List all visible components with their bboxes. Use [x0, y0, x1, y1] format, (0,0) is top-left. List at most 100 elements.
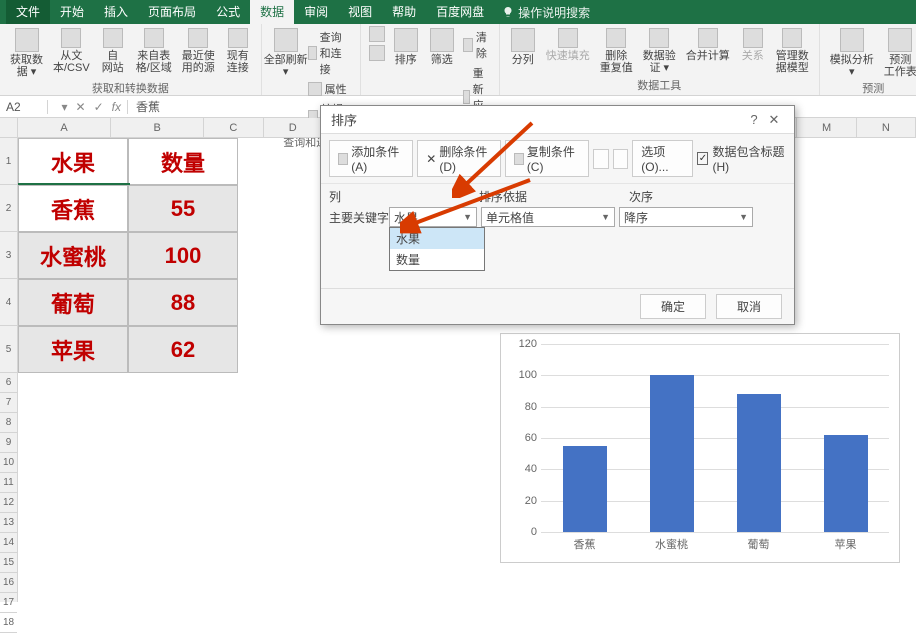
col-header[interactable]: A	[18, 118, 111, 137]
cell-header[interactable]: 数量	[128, 138, 238, 185]
flash-fill-button[interactable]: 快速填充	[542, 26, 594, 76]
tab-formula[interactable]: 公式	[206, 0, 250, 24]
dropdown-option[interactable]: 数量	[390, 249, 484, 270]
remove-dup-button[interactable]: 删除 重复值	[596, 26, 637, 76]
move-down-button[interactable]	[613, 149, 628, 169]
data-validation-button[interactable]: 数据验 证 ▾	[639, 26, 680, 76]
text-to-cols-button[interactable]: 分列	[506, 26, 540, 76]
whatif-button[interactable]: 模拟分析 ▾	[826, 26, 878, 80]
row-header[interactable]: 11	[0, 473, 17, 493]
row-header[interactable]: 12	[0, 493, 17, 513]
tab-cloud[interactable]: 百度网盘	[426, 0, 494, 24]
refresh-all-button[interactable]: 全部刷新 ▾	[268, 26, 304, 80]
ok-button[interactable]: 确定	[640, 294, 706, 319]
formula-value[interactable]: 香蕉	[128, 98, 168, 115]
queries-link[interactable]: 查询和连接	[306, 28, 354, 78]
options-button[interactable]: 选项(O)...	[632, 140, 693, 177]
row-header[interactable]: 17	[0, 593, 17, 613]
col-header[interactable]: D	[264, 118, 323, 137]
row-header[interactable]: 14	[0, 533, 17, 553]
row-header[interactable]: 16	[0, 573, 17, 593]
cell[interactable]: 苹果	[18, 326, 128, 373]
consolidate-button[interactable]: 合并计算	[682, 26, 734, 76]
row-header[interactable]: 5	[0, 326, 17, 373]
row-header[interactable]: 13	[0, 513, 17, 533]
cell[interactable]: 55	[128, 185, 238, 232]
tab-file[interactable]: 文件	[6, 0, 50, 24]
sort-button[interactable]: 排序	[389, 26, 423, 68]
dialog-toolbar: 添加条件(A) ✕删除条件(D) 复制条件(C) 选项(O)... ✓ 数据包含…	[321, 134, 794, 184]
properties-link[interactable]: 属性	[306, 80, 354, 98]
forecast-button[interactable]: 预测 工作表	[880, 26, 916, 80]
get-data-button[interactable]: 获取数 据 ▾	[6, 26, 47, 80]
chart-bar[interactable]	[563, 446, 607, 532]
row-header[interactable]: 9	[0, 433, 17, 453]
row-header[interactable]: 4	[0, 279, 17, 326]
copy-condition-button[interactable]: 复制条件(C)	[505, 140, 590, 177]
col-header[interactable]: C	[204, 118, 263, 137]
chart-bar[interactable]	[824, 435, 868, 532]
delete-condition-button[interactable]: ✕删除条件(D)	[417, 140, 500, 177]
recent-sources-button[interactable]: 最近使 用的源	[178, 26, 219, 80]
from-table-button[interactable]: 来自表 格/区域	[132, 26, 176, 80]
row-header[interactable]: 2	[0, 185, 17, 232]
fx-dropdown-icon[interactable]: ▾	[62, 100, 68, 114]
tab-review[interactable]: 审阅	[294, 0, 338, 24]
dialog-close-icon[interactable]: ✕	[764, 112, 784, 128]
dialog-help-icon[interactable]: ?	[744, 112, 764, 127]
cell-header[interactable]: 水果	[18, 138, 128, 185]
cell[interactable]: 水蜜桃	[18, 232, 128, 279]
sort-desc-button[interactable]	[367, 45, 387, 63]
row-header[interactable]: 18	[0, 613, 17, 633]
row-header[interactable]: 6	[0, 373, 17, 393]
basis-combo[interactable]: 单元格值 ▼	[481, 207, 615, 227]
cell-selected[interactable]: 香蕉	[18, 185, 128, 232]
row-header[interactable]: 8	[0, 413, 17, 433]
from-web-button[interactable]: 自 网站	[96, 26, 130, 80]
fx-area[interactable]: ▾ ✕ ✓ fx	[48, 100, 128, 114]
row-header[interactable]: 3	[0, 232, 17, 279]
row-header[interactable]: 10	[0, 453, 17, 473]
order-combo[interactable]: 降序 ▼	[619, 207, 753, 227]
row-header[interactable]: 15	[0, 553, 17, 573]
fx-icon[interactable]: fx	[112, 100, 121, 114]
tab-layout[interactable]: 页面布局	[138, 0, 206, 24]
select-all-corner[interactable]	[0, 118, 17, 138]
embedded-chart[interactable]: 020406080100120香蕉水蜜桃葡萄苹果	[500, 333, 900, 563]
field-combo[interactable]: 水果 ▼ 水果 数量	[389, 207, 477, 227]
tab-view[interactable]: 视图	[338, 0, 382, 24]
fx-confirm-icon[interactable]: ✓	[94, 100, 104, 114]
chart-bar[interactable]	[650, 375, 694, 532]
tab-help[interactable]: 帮助	[382, 0, 426, 24]
cancel-button[interactable]: 取消	[716, 294, 782, 319]
sort-asc-button[interactable]	[367, 26, 387, 44]
name-box[interactable]: A2	[0, 100, 48, 114]
cell[interactable]: 88	[128, 279, 238, 326]
cell[interactable]: 100	[128, 232, 238, 279]
cell[interactable]: 葡萄	[18, 279, 128, 326]
y-tick: 100	[511, 369, 537, 381]
move-up-button[interactable]	[593, 149, 608, 169]
add-condition-button[interactable]: 添加条件(A)	[329, 140, 413, 177]
row-header[interactable]: 7	[0, 393, 17, 413]
relationships-button[interactable]: 关系	[736, 26, 770, 76]
col-header[interactable]: N	[857, 118, 916, 137]
dropdown-option[interactable]: 水果	[390, 228, 484, 249]
col-header[interactable]: B	[111, 118, 204, 137]
clear-link[interactable]: 清除	[461, 28, 493, 62]
col-header[interactable]: M	[797, 118, 856, 137]
data-model-button[interactable]: 管理数 据模型	[772, 26, 813, 76]
from-csv-button[interactable]: 从文 本/CSV	[49, 26, 94, 80]
row-header[interactable]: 1	[0, 138, 17, 185]
tab-insert[interactable]: 插入	[94, 0, 138, 24]
combo-value: 水果	[394, 209, 418, 226]
fx-cancel-icon[interactable]: ✕	[76, 100, 86, 114]
tab-data[interactable]: 数据	[250, 0, 294, 24]
header-checkbox[interactable]: ✓ 数据包含标题(H)	[697, 143, 786, 174]
search-box[interactable]: 操作说明搜索	[502, 4, 590, 21]
existing-conn-button[interactable]: 现有 连接	[221, 26, 255, 80]
cell[interactable]: 62	[128, 326, 238, 373]
filter-button[interactable]: 筛选	[425, 26, 459, 68]
tab-home[interactable]: 开始	[50, 0, 94, 24]
chart-bar[interactable]	[737, 394, 781, 532]
